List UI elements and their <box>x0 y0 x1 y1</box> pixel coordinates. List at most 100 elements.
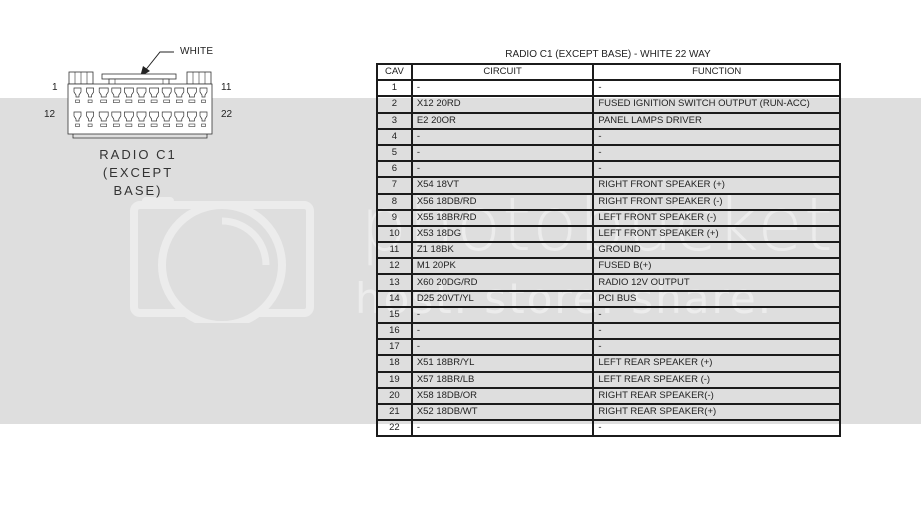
cav-cell: 14 <box>376 289 413 308</box>
cav-cell: 19 <box>376 370 413 389</box>
table-title: RADIO C1 (EXCEPT BASE) - WHITE 22 WAY <box>505 49 711 60</box>
table-row: 22- - <box>376 419 841 438</box>
function-cell: - <box>592 338 841 357</box>
caption-line: BASE) <box>113 183 163 198</box>
table-row: 21 X52 18DB/WT RIGHT REAR SPEAKER(+) <box>376 402 841 422</box>
table-row: 11 Z1 18BK GROUND <box>376 241 841 260</box>
pin-terminal <box>75 123 80 127</box>
table-row: 19 X57 18BR/LB LEFT REAR SPEAKER (-) <box>376 370 841 389</box>
header-circuit: CIRCUIT <box>410 62 595 82</box>
circuit-cell: - <box>410 160 595 179</box>
cav-cell: 11 <box>376 241 413 260</box>
circuit-cell: - <box>410 305 595 325</box>
cav-cell: 20 <box>376 386 413 405</box>
circuit-cell: X52 18DB/WT <box>410 402 595 422</box>
cav-cell: 15 <box>376 305 413 325</box>
cav-cell: 10 <box>376 224 413 244</box>
table-row: 14 D25 20VT/YL PCI BUS <box>376 289 841 308</box>
pin-terminal <box>138 99 145 103</box>
circuit-cell: - <box>410 127 595 146</box>
pin-terminal <box>150 123 158 127</box>
pin-terminal <box>100 99 108 103</box>
table-row: 12 M1 20PK FUSED B(+) <box>376 257 841 276</box>
cav-cell: 6 <box>376 160 413 179</box>
function-cell: - <box>592 79 841 98</box>
cav-cell: 4 <box>376 127 413 146</box>
circuit-cell: X60 20DG/RD <box>410 273 595 292</box>
table-row: 10 X53 18DG LEFT FRONT SPEAKER (+) <box>376 224 841 244</box>
pin-terminal <box>125 99 133 103</box>
cav-cell: 17 <box>376 338 413 357</box>
circuit-cell: M1 20PK <box>410 257 595 276</box>
cav-cell: 9 <box>376 208 413 227</box>
table-header-row: CAV CIRCUIT FUNCTION <box>376 62 841 82</box>
pin-label-22: 22 <box>221 109 233 120</box>
circuit-cell: - <box>410 419 595 438</box>
function-cell: FUSED IGNITION SWITCH OUTPUT (RUN-ACC) <box>592 95 841 114</box>
cav-cell: 5 <box>376 143 413 163</box>
caption-line: (EXCEPT <box>102 165 174 180</box>
connector-caption: RADIO C1 (EXCEPT BASE) <box>88 146 188 200</box>
table-row: 20 X58 18DB/OR RIGHT REAR SPEAKER(-) <box>376 386 841 405</box>
table-row: 8 X56 18DB/RD RIGHT FRONT SPEAKER (-) <box>376 192 841 211</box>
cav-cell: 18 <box>376 354 413 373</box>
pin-terminal <box>100 123 108 127</box>
function-cell: RADIO 12V OUTPUT <box>592 273 841 292</box>
function-cell: - <box>592 321 841 341</box>
cav-cell: 2 <box>376 95 413 114</box>
table-row: 5-- <box>376 143 841 163</box>
table-row: 9 X55 18BR/RD LEFT FRONT SPEAKER (-) <box>376 208 841 227</box>
table-row: 2 X12 20RD FUSED IGNITION SWITCH OUTPUT (R… <box>376 95 841 114</box>
function-cell: RIGHT REAR SPEAKER(-) <box>592 386 841 405</box>
function-cell: GROUND <box>592 241 841 260</box>
function-cell: LEFT REAR SPEAKER (+) <box>592 354 841 373</box>
pin-terminal <box>113 123 120 127</box>
circuit-cell: D25 20VT/YL <box>410 289 595 308</box>
cav-cell: 21 <box>376 402 413 422</box>
circuit-cell: Z1 18BK <box>410 241 595 260</box>
circuit-cell: X54 18VT <box>410 176 595 195</box>
pin-terminal <box>113 99 120 103</box>
circuit-cell: E2 20OR <box>410 111 595 130</box>
pinout-table: CAV CIRCUIT FUNCTION 1- -2 X12 20RD FUSED I… <box>376 62 841 438</box>
cav-cell: 12 <box>376 257 413 276</box>
pin-terminal <box>87 99 93 103</box>
cav-cell: 1 <box>376 79 413 98</box>
cav-cell: 8 <box>376 192 413 211</box>
pin-terminal <box>176 99 183 103</box>
table-row: 1-- <box>376 79 841 98</box>
pin-terminal <box>150 99 158 103</box>
function-cell: - <box>592 143 841 163</box>
pin-label-11: 11 <box>221 82 232 93</box>
pin-label-12: 12 <box>44 109 56 120</box>
function-cell: LEFT FRONT SPEAKER (-) <box>592 208 841 227</box>
pin-terminal <box>138 123 145 127</box>
function-cell: LEFT FRONT SPEAKER (+) <box>592 224 841 244</box>
function-cell: - <box>592 160 841 179</box>
cav-cell: 13 <box>376 273 413 292</box>
table-row: 4-- <box>376 127 841 146</box>
table-row: 6-- <box>376 160 841 179</box>
function-cell: - <box>592 305 841 325</box>
table-row: 16- - <box>376 321 841 341</box>
function-cell: RIGHT FRONT SPEAKER (-) <box>592 192 841 211</box>
pin-label-1: 1 <box>52 82 58 93</box>
function-cell: RIGHT FRONT SPEAKER (+) <box>592 176 841 195</box>
circuit-cell: - <box>410 338 595 357</box>
function-cell: RIGHT REAR SPEAKER(+) <box>592 402 841 422</box>
circuit-cell: X51 18BR/YL <box>410 354 595 373</box>
table-row: 18 X51 18BR/YL LEFT REAR SPEAKER (+) <box>376 354 841 373</box>
table-row: 17- - <box>376 338 841 357</box>
function-cell: PCI BUS <box>592 289 841 308</box>
table-row: 3 E2 20OR PANEL LAMPS DRIVER <box>376 111 841 130</box>
cav-cell: 22 <box>376 419 413 438</box>
cav-cell: 7 <box>376 176 413 195</box>
pin-terminal <box>75 99 80 103</box>
pin-terminal <box>201 99 206 103</box>
circuit-cell: - <box>410 79 595 98</box>
function-cell: - <box>592 127 841 146</box>
pin-terminal <box>163 123 170 127</box>
function-cell: PANEL LAMPS DRIVER <box>592 111 841 130</box>
cav-cell: 16 <box>376 321 413 341</box>
circuit-cell: X58 18DB/OR <box>410 386 595 405</box>
